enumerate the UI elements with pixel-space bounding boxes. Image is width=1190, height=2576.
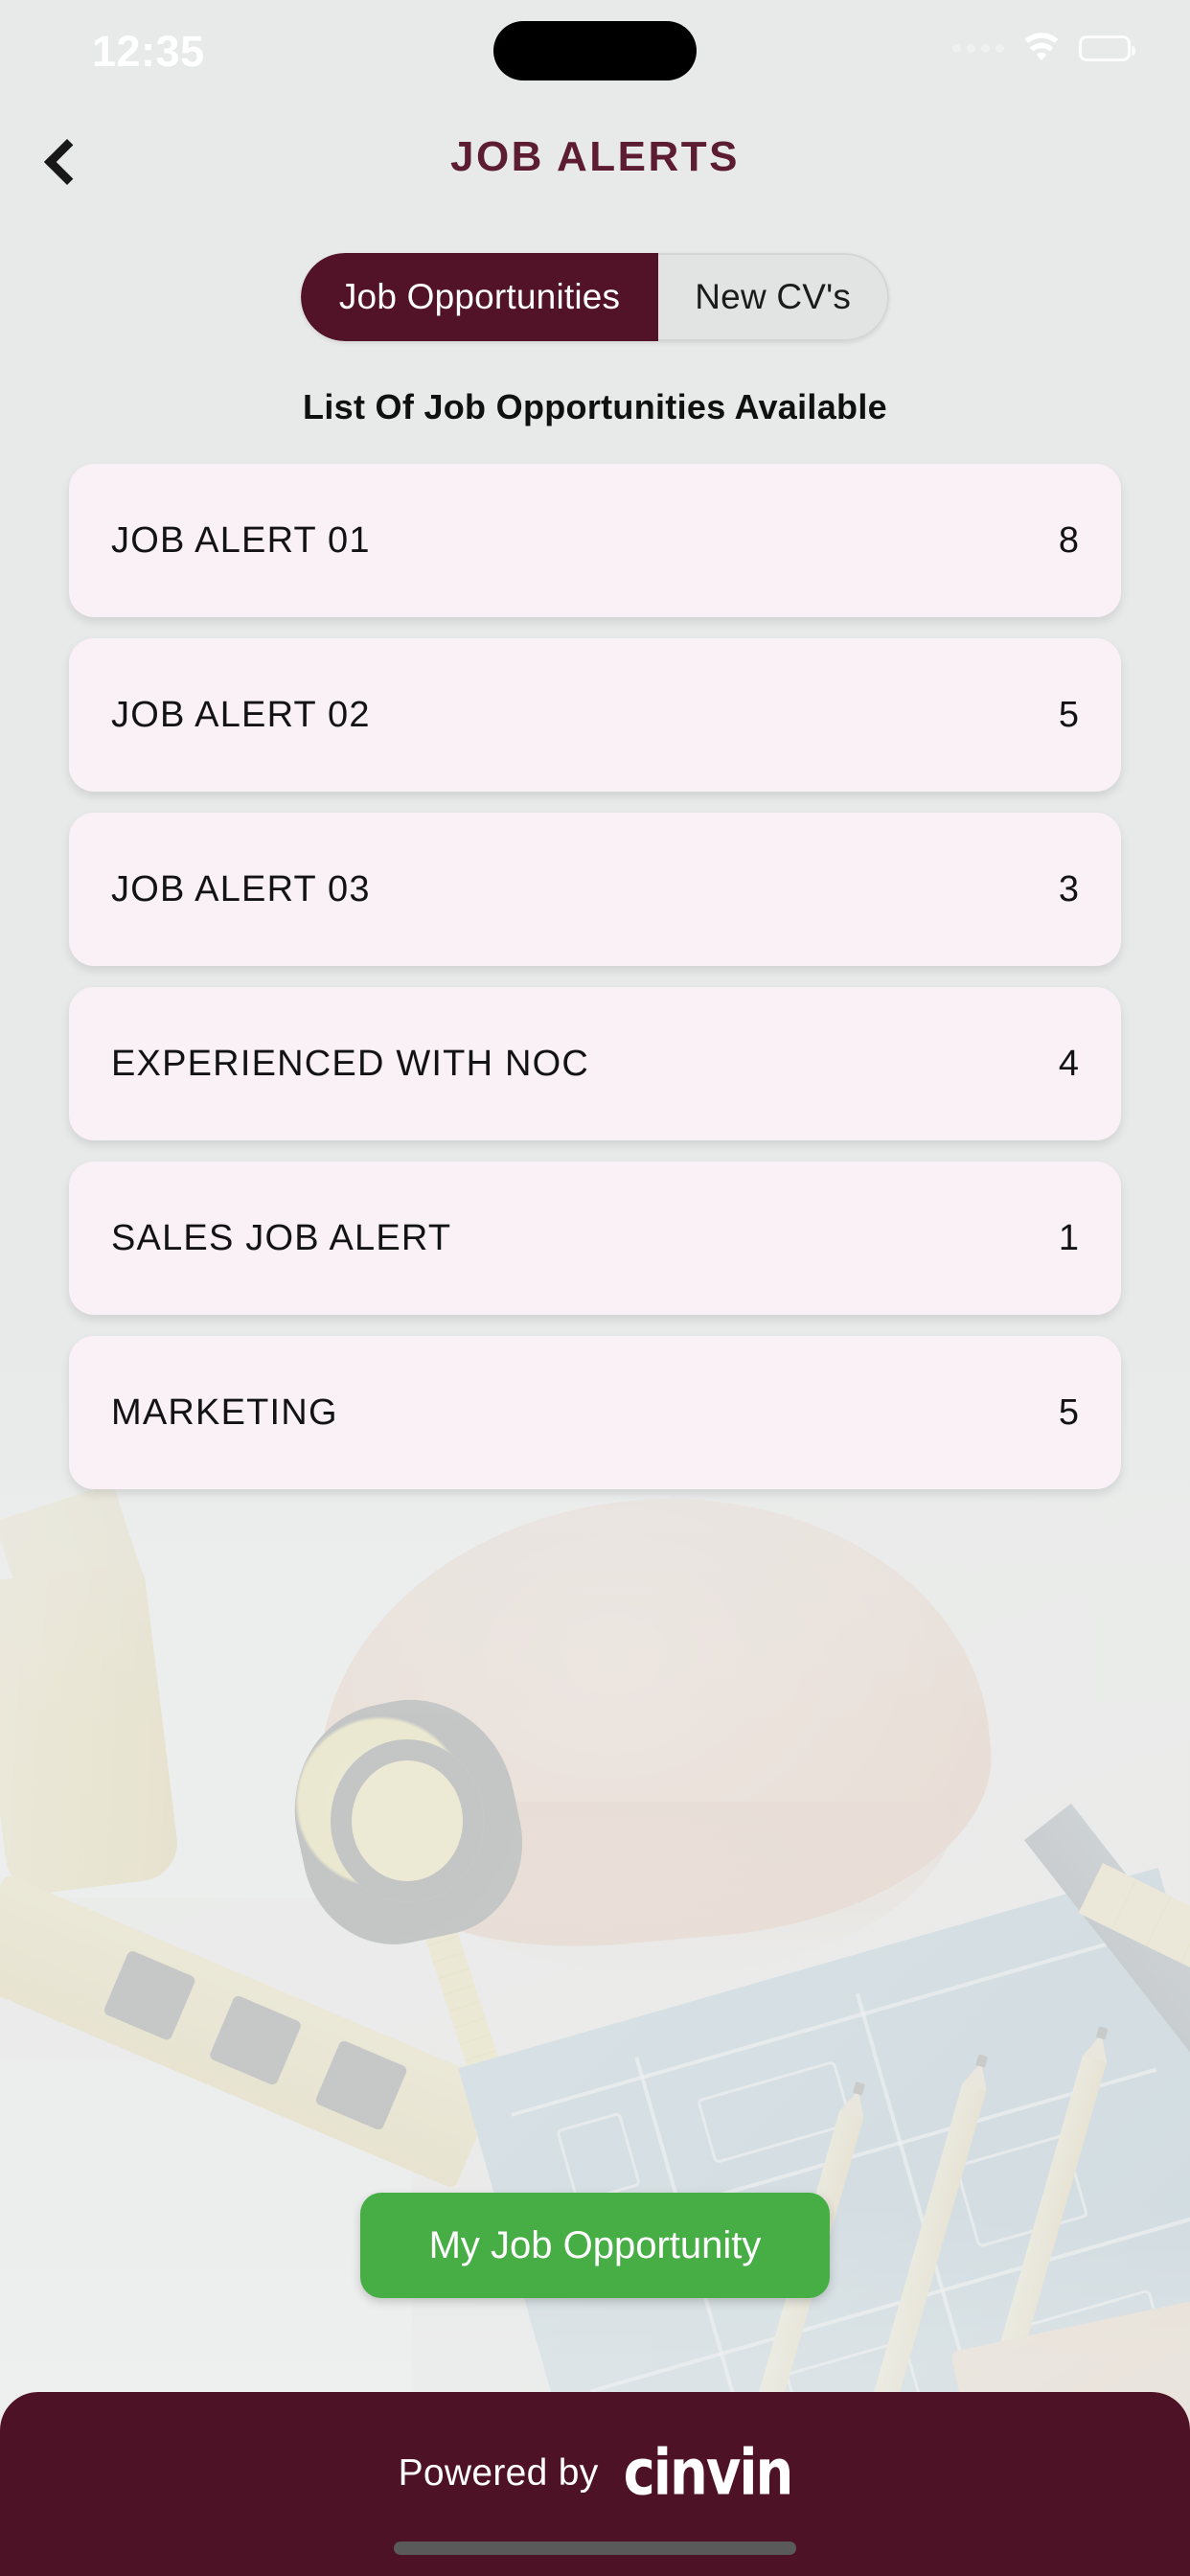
job-alert-label: JOB ALERT 02 <box>111 694 371 735</box>
tab-new-cvs-label: New CV's <box>695 277 852 316</box>
tab-bar: Job Opportunities New CV's <box>0 253 1190 341</box>
table-row[interactable]: EXPERIENCED WITH NOC 4 <box>69 987 1121 1140</box>
job-alert-count: 3 <box>1058 868 1079 909</box>
chevron-left-icon <box>43 138 91 186</box>
powered-by-label: Powered by <box>398 2451 599 2494</box>
tab-new-cvs[interactable]: New CV's <box>658 253 890 341</box>
app-header: JOB ALERTS <box>0 113 1190 226</box>
brand-logo: cinvin <box>623 2436 794 2510</box>
job-alert-count: 5 <box>1058 1392 1079 1433</box>
page-title: JOB ALERTS <box>449 133 741 180</box>
dynamic-island <box>493 21 697 80</box>
job-alert-count: 5 <box>1058 694 1079 735</box>
table-row[interactable]: JOB ALERT 02 5 <box>69 638 1121 792</box>
job-alert-label: JOB ALERT 03 <box>111 868 371 909</box>
section-title: List Of Job Opportunities Available <box>303 387 887 426</box>
wifi-icon <box>1021 33 1062 63</box>
back-button[interactable] <box>19 119 105 205</box>
signal-dots-icon <box>952 43 1004 53</box>
tab-job-opportunities-label: Job Opportunities <box>338 277 621 316</box>
cta-container: My Job Opportunity <box>0 2193 1190 2298</box>
table-row[interactable]: JOB ALERT 01 8 <box>69 464 1121 617</box>
job-alerts-list: JOB ALERT 01 8 JOB ALERT 02 5 JOB ALERT … <box>0 464 1190 1489</box>
job-alert-count: 4 <box>1058 1043 1079 1084</box>
status-bar-time: 12:35 <box>92 27 205 76</box>
footer-bar: Powered by cinvin <box>0 2392 1190 2576</box>
job-alert-label: JOB ALERT 01 <box>111 519 371 561</box>
table-row[interactable]: JOB ALERT 03 3 <box>69 813 1121 966</box>
my-job-opportunity-button[interactable]: My Job Opportunity <box>360 2193 830 2298</box>
job-alert-label: EXPERIENCED WITH NOC <box>111 1043 590 1084</box>
table-row[interactable]: MARKETING 5 <box>69 1336 1121 1489</box>
status-bar: 12:35 <box>0 0 1190 113</box>
battery-icon <box>1079 34 1135 61</box>
table-row[interactable]: SALES JOB ALERT 1 <box>69 1162 1121 1315</box>
tab-job-opportunities[interactable]: Job Opportunities <box>300 253 659 341</box>
home-indicator[interactable] <box>394 2542 796 2555</box>
job-alert-label: MARKETING <box>111 1392 338 1433</box>
job-alert-count: 1 <box>1058 1217 1079 1258</box>
job-alert-count: 8 <box>1058 519 1079 561</box>
job-alert-label: SALES JOB ALERT <box>111 1217 452 1258</box>
